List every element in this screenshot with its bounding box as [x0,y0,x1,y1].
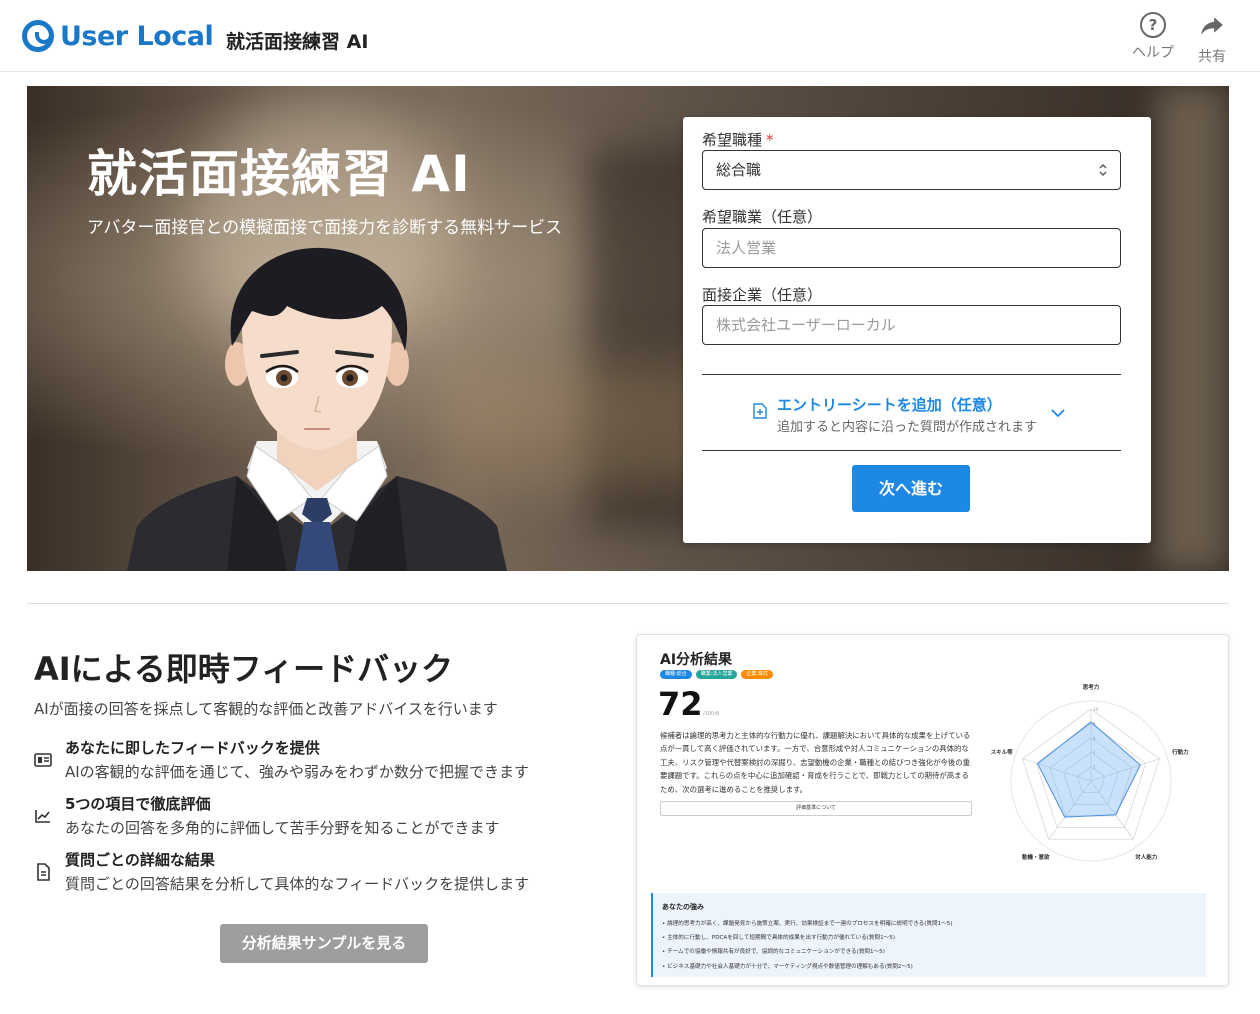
radar-axis-label: 対人能力 [1134,853,1158,861]
help-label: ヘルプ [1132,45,1174,61]
share-icon [1201,17,1223,35]
logo-text: User Local [60,20,214,52]
divider [702,450,1121,451]
document-icon [37,863,50,881]
add-document-icon [753,403,767,419]
radar-axis-label: 動機・意欲 [1022,853,1050,861]
company-label: 面接企業（任意） [702,286,823,304]
job-type-label: 希望職種 * [702,131,774,149]
trend-chart-icon [35,810,50,823]
divider [702,374,1121,375]
feature-heading: 質問ごとの詳細な結果 [65,851,215,869]
card-icon [34,753,52,767]
radar-axis-label: スキル等 [991,748,1014,756]
feature-description: 質問ごとの回答結果を分析して具体的なフィードバックを提供します [65,875,530,893]
hero-title: 就活面接練習 AI [87,145,471,203]
help-icon: ? [1140,12,1166,38]
required-mark: * [766,131,774,149]
feature-heading: 5つの項目で徹底評価 [65,795,211,813]
score-value: 72 [658,685,703,723]
userlocal-logo[interactable]: User Local [22,20,214,52]
strengths-list: 論理的思考力が高く、課題発見から施策立案、実行、効果検証まで一連のプロセスを明確… [662,917,953,974]
chevron-down-icon [1051,409,1065,418]
radar-axis-label: 思考力 [1083,683,1100,691]
share-button[interactable]: 共有 [1186,12,1238,66]
view-sample-button[interactable]: 分析結果サンプルを見る [220,924,428,963]
share-label: 共有 [1198,49,1226,65]
feature-subtitle: AIが面接の回答を採点して客観的な評価と改善アドバイスを行います [34,700,498,718]
background-blur [1157,86,1229,571]
interviewer-avatar [127,247,507,571]
interview-setup-form: 希望職種 * 総合職 希望職業（任意） 法人営業 面接企業（任意） 株式会社ユーザ… [683,117,1151,543]
strengths-box: あなたの強み 論理的思考力が高く、課題発見から施策立案、実行、効果検証まで一連の… [651,893,1206,977]
radar-tick-label: 10 [1093,707,1099,712]
occupation-label: 希望職業（任意） [702,208,823,226]
company-input[interactable]: 株式会社ユーザーローカル [702,305,1121,345]
result-tag: 職種:総合 [660,670,692,679]
occupation-input[interactable]: 法人営業 [702,228,1121,268]
section-divider [27,603,1229,604]
radar-axis-label: 行動力 [1171,748,1189,756]
strength-item: 主体的に行動し、PDCAを回して短期間で具体的成果を出す行動力が優れている(質問… [662,931,953,945]
result-tag: 職業:法人営業 [695,670,738,679]
help-button[interactable]: ? ヘルプ [1127,12,1179,62]
next-button[interactable]: 次へ進む [852,465,970,512]
strength-item: チームでの協働や情報共有が良好で、協調的なコミュニケーションができる(質問1〜5… [662,945,953,959]
strength-item: ビジネス基礎力や社会人基礎力が十分で、マーケティング視点や数値管理の理解もある(… [662,960,953,974]
strength-item: 論理的思考力が高く、課題発見から施策立案、実行、効果検証まで一連のプロセスを明確… [662,917,952,931]
feature-title: AIによる即時フィードバック [34,650,454,688]
result-summary: 候補者は論理的思考力と主体的な行動力に優れ、課題解決において具体的な成果を上げて… [660,731,971,794]
radar-chart: 246810思考力行動力対人能力動機・意欲スキル等 [991,683,1189,862]
feature-description: あなたの回答を多角的に評価して苦手分野を知ることができます [65,819,500,837]
feature-description: AIの客観的な評価を通じて、強みや弱みをわずか数分で把握できます [65,763,529,781]
criteria-button[interactable]: 評価基準について [660,801,972,816]
hero-subtitle: アバター面接官との模擬面接で面接力を診断する無料サービス [87,218,563,238]
entry-sheet-title: エントリーシートを追加（任意） [777,396,1002,414]
score-unit: /100点 [703,711,720,717]
select-arrows-icon [1099,164,1107,176]
userlocal-logo-icon [22,20,54,52]
hero-section: 就活面接練習 AI アバター面接官との模擬面接で面接力を診断する無料サービス 希… [27,86,1229,571]
feature-heading: あなたに即したフィードバックを提供 [65,739,320,757]
strengths-title: あなたの強み [662,903,704,911]
result-title: AI分析結果 [660,652,733,668]
header: User Local 就活面接練習 AI ? ヘルプ 共有 [0,0,1260,72]
result-tags: 職種:総合 職業:法人営業 企業:株式 [660,670,774,679]
entry-sheet-subtitle: 追加すると内容に沿った質問が作成されます [777,420,1038,435]
app-title: 就活面接練習 AI [226,31,369,53]
job-type-select[interactable]: 総合職 [702,150,1121,190]
result-tag: 企業:株式 [741,670,774,679]
analysis-result-preview: AI分析結果 職種:総合 職業:法人営業 企業:株式 72 /100点 候補者は論理… [636,634,1229,986]
